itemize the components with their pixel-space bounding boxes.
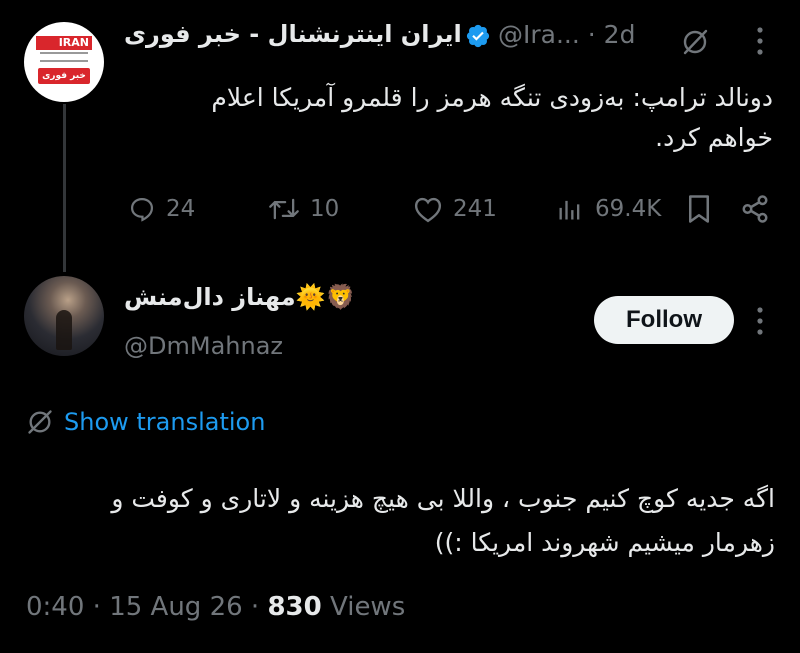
logo-badge-text: خبر فوری	[42, 71, 86, 81]
show-translation-link[interactable]: Show translation	[26, 408, 265, 436]
author-name[interactable]: ایران اینترنشنال - خبر فوری	[124, 20, 462, 48]
logo-lines	[40, 52, 88, 62]
logo-red-badge: خبر فوری	[38, 68, 90, 84]
views-count: 830	[267, 592, 322, 622]
meta-dot: ·	[250, 592, 260, 622]
thread-line	[63, 104, 66, 272]
separator-dot: ·	[587, 20, 596, 49]
views-label: Views	[330, 592, 406, 622]
reply-author-name[interactable]: مهناز دال‌منش🌞🦁	[124, 283, 355, 311]
more-icon[interactable]	[755, 304, 765, 338]
logo-red-band: IRAN	[36, 36, 92, 50]
like-button[interactable]: 241	[413, 189, 497, 229]
avatar-dmmahnaz[interactable]	[24, 276, 104, 356]
tweet-text: دونالد ترامپ: به‌زودی تنگه هرمز را قلمرو…	[211, 83, 773, 152]
more-icon[interactable]	[755, 24, 765, 58]
reply-count: 24	[166, 196, 196, 222]
views-icon	[559, 200, 580, 220]
reply-icon	[130, 197, 154, 222]
author-handle[interactable]: @Ira... · 2d	[498, 20, 635, 49]
tweet-meta: 0:40 · 15 Aug 26 · 830 Views	[26, 592, 405, 622]
share-icon[interactable]	[740, 194, 770, 224]
reply-author-handle[interactable]: @DmMahnaz	[124, 332, 283, 360]
bookmark-icon[interactable]	[686, 194, 712, 224]
reply-button[interactable]: 24	[128, 189, 195, 229]
avatar-figure	[56, 310, 72, 350]
views-count: 69.4K	[595, 196, 662, 222]
show-translation-label: Show translation	[64, 408, 266, 436]
grok-icon[interactable]	[679, 26, 711, 58]
reply-text: اگه جدیه کوچ کنیم جنوب ، واللا بی هیچ هز…	[111, 484, 775, 557]
logo-text: IRAN	[58, 36, 89, 49]
tweet-time[interactable]: 0:40	[26, 592, 84, 622]
retweet-count: 10	[310, 196, 340, 222]
views-button[interactable]: 69.4K	[555, 189, 661, 229]
tweet-date[interactable]: 15 Aug 26	[109, 592, 242, 622]
translate-icon	[28, 410, 52, 434]
like-icon	[414, 197, 442, 223]
retweet-icon	[269, 198, 299, 220]
follow-button[interactable]: Follow	[594, 296, 734, 344]
tweet-time[interactable]: 2d	[604, 20, 636, 49]
like-count: 241	[453, 196, 497, 222]
handle-text: @Ira...	[498, 20, 580, 49]
retweet-button[interactable]: 10	[268, 189, 339, 229]
avatar-iran-international[interactable]: IRAN خبر فوری	[24, 22, 104, 102]
meta-dot: ·	[92, 592, 101, 622]
verified-icon	[466, 24, 490, 48]
